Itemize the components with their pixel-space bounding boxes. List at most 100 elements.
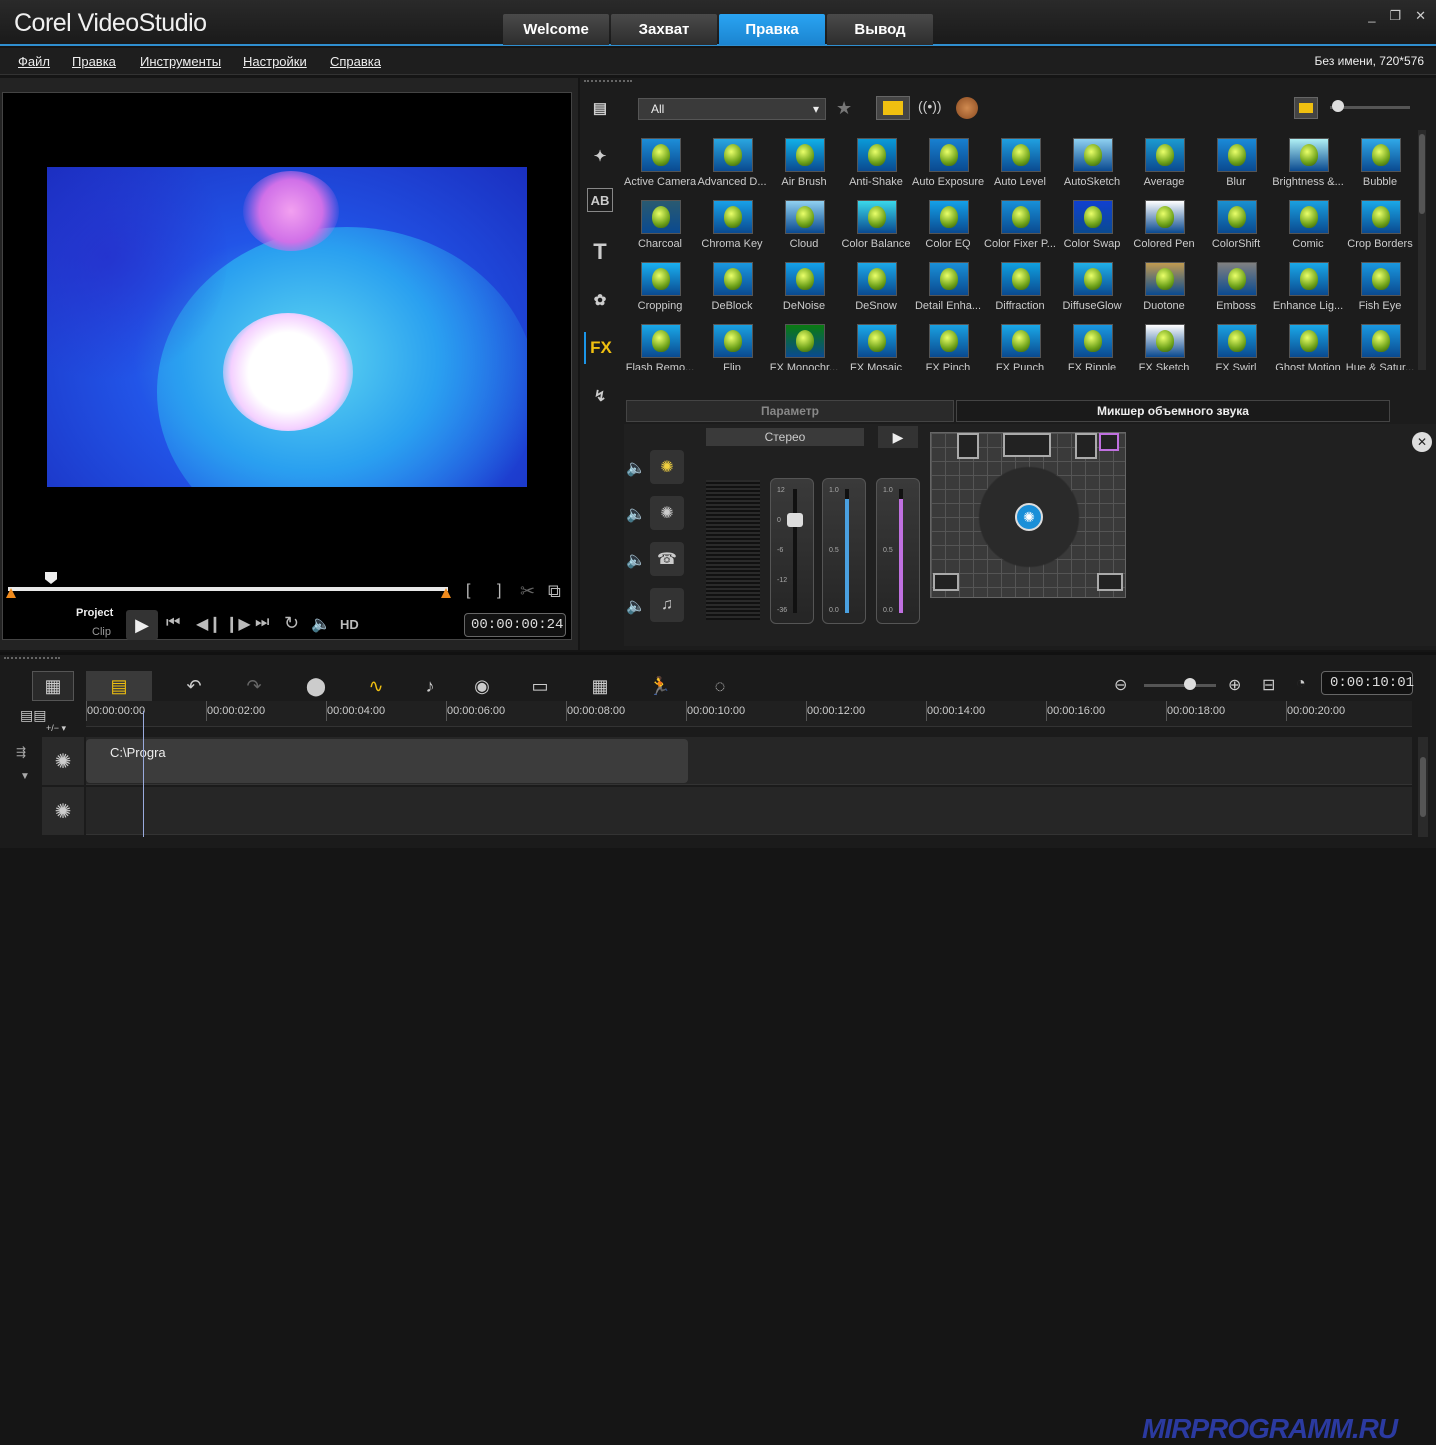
fx-item[interactable]: DeNoise — [768, 254, 840, 316]
transition-icon[interactable]: AB — [587, 188, 613, 212]
fx-item[interactable]: Color Balance — [840, 192, 912, 254]
speaker-icon[interactable]: 🔈 — [626, 458, 646, 478]
instant-project-icon[interactable]: ✦ — [584, 140, 616, 172]
fx-item[interactable]: Brightness &... — [1272, 130, 1344, 192]
player-timecode[interactable]: 00:00:00:24 — [464, 613, 566, 637]
fx-item[interactable]: Blur — [1200, 130, 1272, 192]
effects-reel-icon[interactable] — [956, 97, 978, 119]
add-remove-chapter[interactable]: +/− ▾ — [46, 723, 66, 734]
sound-position-handle[interactable]: ✺ — [1015, 503, 1043, 531]
tab-edit[interactable]: Правка — [719, 14, 825, 45]
undo-icon[interactable]: ↶ — [174, 671, 214, 701]
volume-fader[interactable]: 12 0 -6 -12 -36 — [770, 478, 814, 624]
fx-scroll-thumb[interactable] — [1419, 134, 1425, 214]
next-frame-icon[interactable]: ❙▶ — [225, 614, 251, 634]
scrubber-bar[interactable] — [8, 587, 448, 591]
fx-item[interactable]: DeSnow — [840, 254, 912, 316]
timeline-timecode[interactable]: 0:00:10:01 — [1321, 671, 1414, 695]
storyboard-view-icon[interactable]: ▦ — [32, 671, 74, 701]
tab-welcome[interactable]: Welcome — [503, 14, 609, 45]
fx-item[interactable]: FX Punch — [984, 316, 1056, 370]
trim-end-marker[interactable] — [441, 588, 451, 598]
speaker-icon[interactable]: 🔈 — [626, 504, 646, 524]
timeline-scrollbar[interactable] — [1418, 737, 1428, 837]
fx-item[interactable]: Cloud — [768, 192, 840, 254]
music-track-icon[interactable]: ♫ — [650, 588, 684, 622]
fx-item[interactable]: Flip — [696, 316, 768, 370]
center-fader[interactable]: 1.0 0.5 0.0 — [822, 478, 866, 624]
fx-item[interactable]: Bubble — [1344, 130, 1416, 192]
fx-item[interactable]: FX Ripple — [1056, 316, 1128, 370]
fx-item[interactable]: FX Monochr... — [768, 316, 840, 370]
record-capture-icon[interactable]: ⬤ — [296, 671, 336, 701]
track-manager-icon[interactable]: ▤▤ — [20, 707, 46, 724]
fx-item[interactable]: Charcoal — [624, 192, 696, 254]
fx-item[interactable]: FX Swirl — [1200, 316, 1272, 370]
speaker-icon[interactable]: 🔈 — [626, 550, 646, 570]
motion-tracking-icon[interactable]: ◉ — [462, 671, 502, 701]
menu-tools[interactable]: Инструменты — [140, 54, 221, 69]
subtitle-editor-icon[interactable]: ▭ — [520, 671, 560, 701]
trim-start-marker[interactable] — [6, 588, 16, 598]
fx-item[interactable]: Flash Remo... — [624, 316, 696, 370]
tab-surround-mixer[interactable]: Микшер объемного звука — [956, 400, 1390, 422]
fx-item[interactable]: Chroma Key — [696, 192, 768, 254]
timeline-scroll-thumb[interactable] — [1420, 757, 1426, 817]
tab-parameters[interactable]: Параметр — [626, 400, 954, 422]
graphics-icon[interactable]: ✿ — [584, 284, 616, 316]
video-track[interactable]: C:\Progra — [86, 737, 1412, 785]
fx-item[interactable]: Crop Borders — [1344, 192, 1416, 254]
fx-item[interactable]: Ghost Motion — [1272, 316, 1344, 370]
zoom-in-icon[interactable]: ⊕ — [1228, 675, 1241, 695]
overlay-track-icon[interactable]: ✺ — [650, 496, 684, 530]
tab-share[interactable]: Вывод — [827, 14, 933, 45]
overlay-track-header-icon[interactable]: ✺ — [42, 787, 84, 835]
hd-button[interactable]: HD — [340, 617, 359, 632]
fit-project-icon[interactable]: ⊟ — [1262, 675, 1275, 695]
fx-item[interactable]: Auto Exposure — [912, 130, 984, 192]
fx-item[interactable]: Air Brush — [768, 130, 840, 192]
fx-item[interactable]: Diffraction — [984, 254, 1056, 316]
fx-item[interactable]: Advanced D... — [696, 130, 768, 192]
timeline-view-icon[interactable]: ▤ — [86, 671, 152, 701]
enlarge-preview-icon[interactable]: ⧉ — [548, 581, 561, 602]
video-track-header-icon[interactable]: ✺ — [42, 737, 84, 785]
fx-item[interactable]: DeBlock — [696, 254, 768, 316]
sound-mixer-icon[interactable]: ∿ — [356, 671, 396, 701]
menu-edit[interactable]: Правка — [72, 54, 116, 69]
project-mode-label[interactable]: Project — [76, 607, 113, 619]
fx-item[interactable]: FX Sketch — [1128, 316, 1200, 370]
thumbnail-view-toggle[interactable] — [1294, 97, 1318, 119]
fx-item[interactable]: Comic — [1272, 192, 1344, 254]
fx-item[interactable]: Color Swap — [1056, 192, 1128, 254]
fx-item[interactable]: Color EQ — [912, 192, 984, 254]
zoom-out-icon[interactable]: ⊖ — [1114, 675, 1127, 695]
repeat-icon[interactable]: ↻ — [284, 613, 299, 634]
fx-item[interactable]: DiffuseGlow — [1056, 254, 1128, 316]
split-clip-icon[interactable]: ✂ — [520, 581, 535, 602]
close-icon[interactable]: ✕ — [1415, 8, 1426, 24]
minimize-icon[interactable]: _ — [1368, 8, 1375, 24]
timeline-grip[interactable] — [4, 657, 60, 663]
voice-track-icon[interactable]: ☎ — [650, 542, 684, 576]
menu-settings[interactable]: Настройки — [243, 54, 307, 69]
maximize-icon[interactable]: ❐ — [1389, 8, 1401, 24]
multi-trim-icon[interactable]: ▦ — [580, 671, 620, 701]
fx-item[interactable]: Fish Eye — [1344, 254, 1416, 316]
fx-item[interactable]: Detail Enha... — [912, 254, 984, 316]
surround-field[interactable]: ✺ — [930, 432, 1126, 598]
mask-creator-icon[interactable]: ◌ — [700, 671, 740, 701]
speaker-icon[interactable]: 🔈 — [626, 596, 646, 616]
close-icon[interactable]: ✕ — [1412, 432, 1432, 452]
auto-music-icon[interactable]: ♪ — [410, 671, 450, 701]
go-end-icon[interactable]: ⏭ — [255, 614, 269, 632]
fx-item[interactable]: Auto Level — [984, 130, 1056, 192]
library-filter-select[interactable]: All ▾ — [638, 98, 826, 120]
audio-filter-icon[interactable]: ((•)) — [918, 98, 942, 114]
ripple-edit-icon[interactable]: ⇶ — [16, 745, 26, 759]
tab-capture[interactable]: Захват — [611, 14, 717, 45]
zoom-slider[interactable] — [1144, 684, 1216, 687]
fx-item[interactable]: Emboss — [1200, 254, 1272, 316]
video-filter-toggle[interactable] — [876, 96, 910, 120]
preview-window[interactable] — [2, 92, 572, 640]
